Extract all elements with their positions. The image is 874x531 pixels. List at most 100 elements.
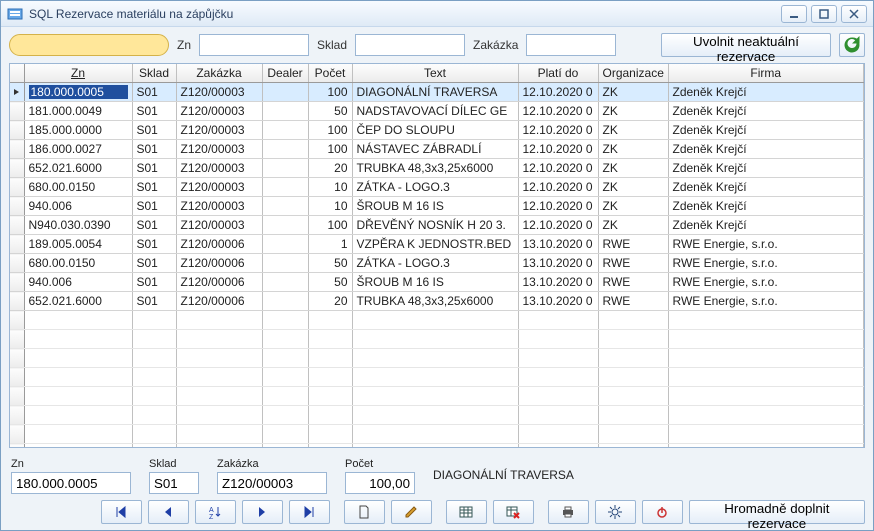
cell-dealer[interactable] <box>262 102 308 121</box>
cell-zakazka[interactable]: Z120/00003 <box>176 216 262 235</box>
cell-pocet[interactable]: 100 <box>308 140 352 159</box>
cell-firma[interactable]: Zdeněk Krejčí <box>668 178 864 197</box>
cell-org[interactable]: ZK <box>598 121 668 140</box>
nav-sort-button[interactable]: AZ <box>195 500 236 524</box>
col-org[interactable]: Organizace <box>598 64 668 83</box>
cell-zn[interactable]: 940.006 <box>24 273 132 292</box>
cell-sklad[interactable]: S01 <box>132 121 176 140</box>
cell-pocet[interactable]: 50 <box>308 254 352 273</box>
cell-zn[interactable]: 180.000.0005 <box>24 83 132 102</box>
cell-text[interactable]: TRUBKA 48,3x3,25x6000 <box>352 292 518 311</box>
cell-firma[interactable]: RWE Energie, s.r.o. <box>668 254 864 273</box>
cell-plati[interactable]: 12.10.2020 0 <box>518 83 598 102</box>
table-row[interactable]: 180.000.0005S01Z120/00003100DIAGONÁLNÍ T… <box>10 83 864 102</box>
nav-next-button[interactable] <box>242 500 283 524</box>
cell-firma[interactable]: Zdeněk Krejčí <box>668 140 864 159</box>
cell-dealer[interactable] <box>262 159 308 178</box>
cell-firma[interactable]: Zdeněk Krejčí <box>668 102 864 121</box>
cell-sklad[interactable]: S01 <box>132 140 176 159</box>
table-row[interactable]: 680.00.0150S01Z120/0000650ZÁTKA - LOGO.3… <box>10 254 864 273</box>
cell-pocet[interactable]: 1 <box>308 235 352 254</box>
cell-zakazka[interactable]: Z120/00006 <box>176 235 262 254</box>
cell-plati[interactable]: 12.10.2020 0 <box>518 102 598 121</box>
cell-firma[interactable]: RWE Energie, s.r.o. <box>668 235 864 254</box>
cell-plati[interactable]: 12.10.2020 0 <box>518 121 598 140</box>
cell-pocet[interactable]: 100 <box>308 216 352 235</box>
filter-sklad-input[interactable] <box>355 34 465 56</box>
nav-edit-button[interactable] <box>391 500 432 524</box>
cell-zakazka[interactable]: Z120/00003 <box>176 121 262 140</box>
cell-text[interactable]: NÁSTAVEC ZÁBRADLÍ <box>352 140 518 159</box>
cell-dealer[interactable] <box>262 197 308 216</box>
cell-plati[interactable]: 12.10.2020 0 <box>518 178 598 197</box>
cell-sklad[interactable]: S01 <box>132 235 176 254</box>
cell-dealer[interactable] <box>262 235 308 254</box>
cell-sklad[interactable]: S01 <box>132 159 176 178</box>
release-reservations-button[interactable]: Uvolnit neaktuální rezervace <box>661 33 831 57</box>
table-row[interactable]: 652.021.6000S01Z120/0000320TRUBKA 48,3x3… <box>10 159 864 178</box>
cell-zakazka[interactable]: Z120/00006 <box>176 254 262 273</box>
cell-zn[interactable]: 181.000.0049 <box>24 102 132 121</box>
cell-plati[interactable]: 12.10.2020 0 <box>518 140 598 159</box>
nav-settings-button[interactable] <box>595 500 636 524</box>
cell-zn[interactable]: 652.021.6000 <box>24 292 132 311</box>
cell-pocet[interactable]: 20 <box>308 159 352 178</box>
cell-org[interactable]: ZK <box>598 140 668 159</box>
nav-new-button[interactable] <box>344 500 385 524</box>
bulk-fill-button[interactable]: Hromadně doplnit rezervace <box>689 500 865 524</box>
detail-zn-input[interactable] <box>11 472 131 494</box>
cell-org[interactable]: RWE <box>598 292 668 311</box>
cell-firma[interactable]: Zdeněk Krejčí <box>668 159 864 178</box>
cell-text[interactable]: ŠROUB M 16 IS <box>352 197 518 216</box>
filter-zn-input[interactable] <box>199 34 309 56</box>
table-row[interactable]: N940.030.0390S01Z120/00003100DŘEVĚNÝ NOS… <box>10 216 864 235</box>
detail-sklad-input[interactable] <box>149 472 199 494</box>
table-row[interactable]: 940.006S01Z120/0000310ŠROUB M 16 IS12.10… <box>10 197 864 216</box>
detail-pocet-input[interactable] <box>345 472 415 494</box>
cell-text[interactable]: ČEP DO SLOUPU <box>352 121 518 140</box>
cell-plati[interactable]: 13.10.2020 0 <box>518 254 598 273</box>
nav-last-button[interactable] <box>289 500 330 524</box>
cell-zakazka[interactable]: Z120/00006 <box>176 292 262 311</box>
minimize-button[interactable] <box>781 5 807 23</box>
cell-pocet[interactable]: 100 <box>308 121 352 140</box>
cell-dealer[interactable] <box>262 121 308 140</box>
cell-firma[interactable]: Zdeněk Krejčí <box>668 83 864 102</box>
cell-zakazka[interactable]: Z120/00003 <box>176 178 262 197</box>
cell-sklad[interactable]: S01 <box>132 102 176 121</box>
close-button[interactable] <box>841 5 867 23</box>
table-row[interactable]: 940.006S01Z120/0000650ŠROUB M 16 IS13.10… <box>10 273 864 292</box>
cell-text[interactable]: ZÁTKA - LOGO.3 <box>352 254 518 273</box>
cell-sklad[interactable]: S01 <box>132 254 176 273</box>
cell-firma[interactable]: Zdeněk Krejčí <box>668 197 864 216</box>
cell-org[interactable]: RWE <box>598 254 668 273</box>
cell-org[interactable]: ZK <box>598 216 668 235</box>
cell-plati[interactable]: 12.10.2020 0 <box>518 197 598 216</box>
cell-dealer[interactable] <box>262 178 308 197</box>
maximize-button[interactable] <box>811 5 837 23</box>
cell-zn[interactable]: 185.000.0000 <box>24 121 132 140</box>
nav-delete-button[interactable] <box>493 500 534 524</box>
cell-plati[interactable]: 13.10.2020 0 <box>518 273 598 292</box>
cell-text[interactable]: DŘEVĚNÝ NOSNÍK H 20 3. <box>352 216 518 235</box>
cell-org[interactable]: ZK <box>598 159 668 178</box>
cell-pocet[interactable]: 50 <box>308 273 352 292</box>
cell-sklad[interactable]: S01 <box>132 197 176 216</box>
cell-dealer[interactable] <box>262 216 308 235</box>
cell-text[interactable]: TRUBKA 48,3x3,25x6000 <box>352 159 518 178</box>
cell-plati[interactable]: 13.10.2020 0 <box>518 235 598 254</box>
col-dealer[interactable]: Dealer <box>262 64 308 83</box>
cell-text[interactable]: ŠROUB M 16 IS <box>352 273 518 292</box>
nav-first-button[interactable] <box>101 500 142 524</box>
cell-zn[interactable]: 940.006 <box>24 197 132 216</box>
cell-pocet[interactable]: 10 <box>308 197 352 216</box>
cell-firma[interactable]: RWE Energie, s.r.o. <box>668 292 864 311</box>
col-pocet[interactable]: Počet <box>308 64 352 83</box>
cell-sklad[interactable]: S01 <box>132 292 176 311</box>
cell-dealer[interactable] <box>262 83 308 102</box>
nav-prev-button[interactable] <box>148 500 189 524</box>
nav-grid-view-button[interactable] <box>446 500 487 524</box>
nav-power-button[interactable] <box>642 500 683 524</box>
table-row[interactable]: 186.000.0027S01Z120/00003100NÁSTAVEC ZÁB… <box>10 140 864 159</box>
data-grid[interactable]: Zn Sklad Zakázka Dealer Počet Text Platí… <box>9 63 865 448</box>
